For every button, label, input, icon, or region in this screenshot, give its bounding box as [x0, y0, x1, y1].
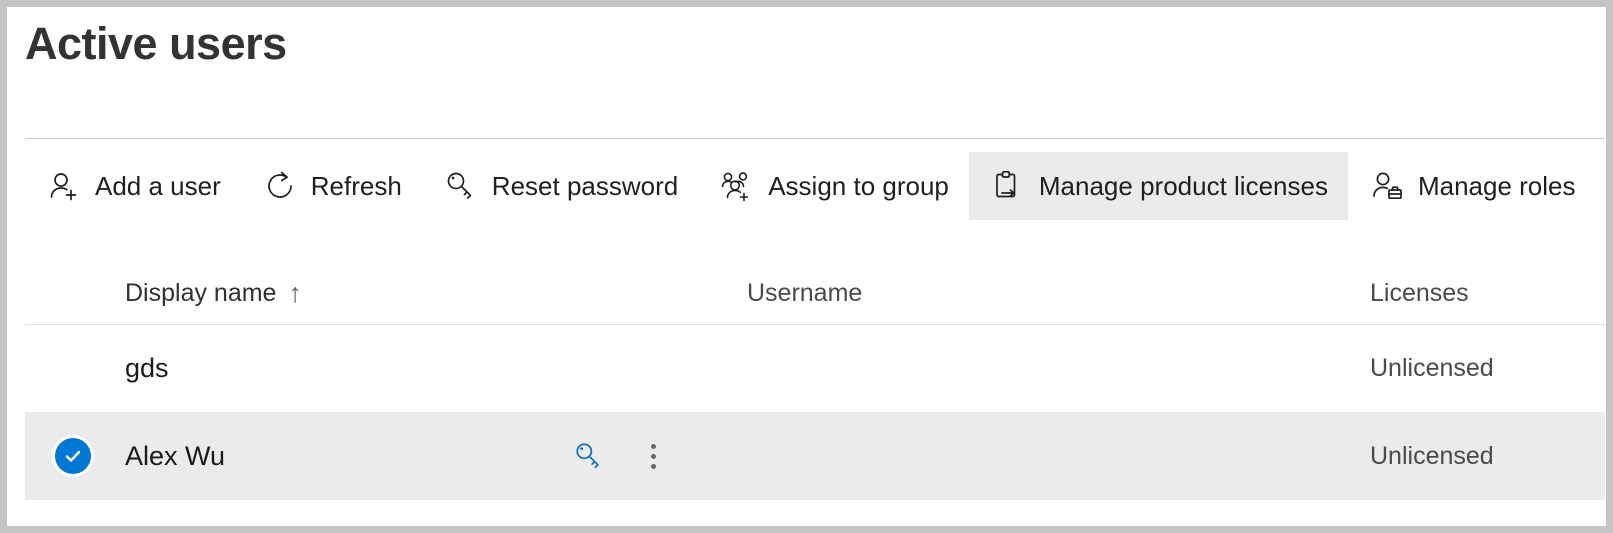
add-a-user-label: Add a user — [95, 171, 221, 201]
row-more-options-button[interactable] — [641, 440, 666, 473]
manage-product-licenses-label: Manage product licenses — [1038, 171, 1328, 201]
assign-to-group-label: Assign to group — [768, 171, 949, 201]
refresh-button[interactable]: Refresh — [241, 152, 422, 220]
row-username — [747, 324, 1347, 412]
row-select-cell[interactable] — [25, 324, 121, 412]
table-row[interactable]: Alex Wu Unlicensed — [25, 412, 1605, 500]
reset-password-label: Reset password — [491, 171, 679, 201]
table-header-row: Display name ↑ Username Licenses — [25, 262, 1605, 325]
row-username — [747, 412, 1347, 500]
person-briefcase-icon — [1368, 167, 1406, 205]
people-add-icon — [718, 167, 756, 205]
row-display-name: gds — [125, 352, 169, 383]
page-title: Active users — [25, 18, 287, 69]
row-licenses: Unlicensed — [1370, 441, 1494, 470]
refresh-label: Refresh — [310, 171, 402, 201]
row-actions — [573, 412, 733, 500]
column-header-display-name-label: Display name — [125, 278, 277, 307]
active-users-screen: Active users Add a user Refresh Reset pa… — [0, 0, 1613, 533]
manage-roles-button[interactable]: Manage roles — [1348, 152, 1596, 220]
active-users-table: Display name ↑ Username Licenses gds Unl… — [25, 262, 1605, 500]
column-header-display-name[interactable]: Display name ↑ — [125, 262, 725, 324]
reset-password-button[interactable]: Reset password — [422, 152, 698, 220]
column-header-username-label: Username — [747, 278, 863, 307]
assign-to-group-button[interactable]: Assign to group — [698, 152, 969, 220]
key-icon — [573, 440, 605, 472]
manage-roles-label: Manage roles — [1417, 171, 1576, 201]
commandbar-divider — [25, 138, 1605, 139]
row-select-cell[interactable] — [25, 412, 121, 500]
add-a-user-button[interactable]: Add a user — [25, 152, 241, 220]
column-header-licenses-label: Licenses — [1370, 278, 1469, 307]
key-icon — [442, 167, 480, 205]
more-vertical-icon — [641, 440, 666, 473]
table-row[interactable]: gds Unlicensed — [25, 324, 1605, 412]
command-bar: Add a user Refresh Reset password Assign… — [25, 152, 1596, 220]
person-add-icon — [45, 167, 83, 205]
column-header-licenses[interactable]: Licenses — [1370, 262, 1605, 324]
active-users-page: Active users Add a user Refresh Reset pa… — [7, 7, 1606, 526]
row-reset-password-button[interactable] — [573, 440, 605, 472]
row-checkbox-checked-icon[interactable] — [55, 438, 91, 474]
clipboard-arrow-icon — [989, 167, 1027, 205]
row-licenses: Unlicensed — [1370, 353, 1494, 382]
column-header-username[interactable]: Username — [747, 262, 1347, 324]
refresh-icon — [261, 167, 299, 205]
manage-product-licenses-button[interactable]: Manage product licenses — [968, 152, 1348, 220]
sort-ascending-icon: ↑ — [288, 277, 302, 308]
